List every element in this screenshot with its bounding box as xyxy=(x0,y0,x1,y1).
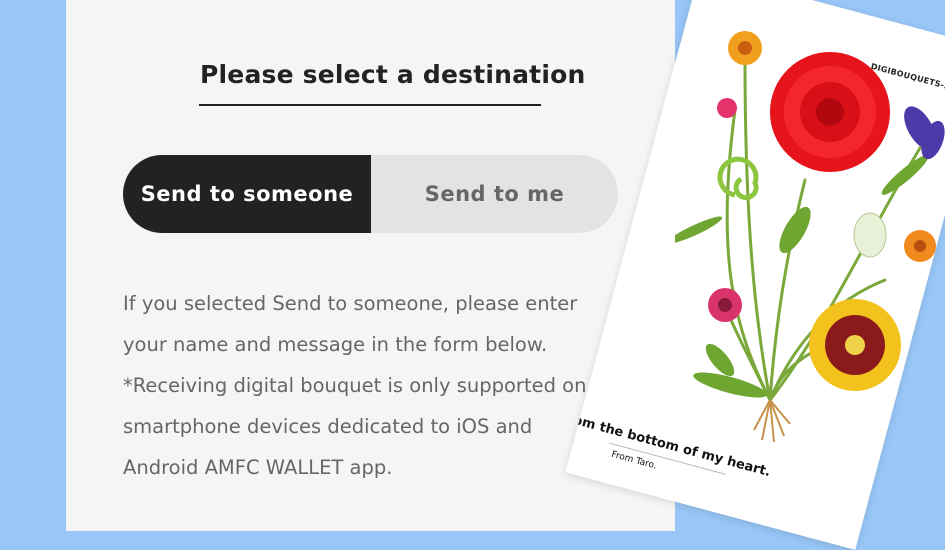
dahlia-icon xyxy=(770,52,890,172)
description-line: If you selected Send to someone, please … xyxy=(123,292,578,315)
description-line: *Receiving digital bouquet is only suppo… xyxy=(123,374,587,397)
send-to-me-button[interactable]: Send to me xyxy=(371,155,618,233)
bouquet-illustration xyxy=(675,31,945,443)
title-underline xyxy=(199,104,541,106)
page-title: Please select a destination xyxy=(200,60,586,89)
send-to-someone-button[interactable]: Send to someone xyxy=(123,155,371,233)
destination-toggle: Send to someone Send to me xyxy=(123,155,618,233)
description-line: your name and message in the form below. xyxy=(123,333,548,356)
